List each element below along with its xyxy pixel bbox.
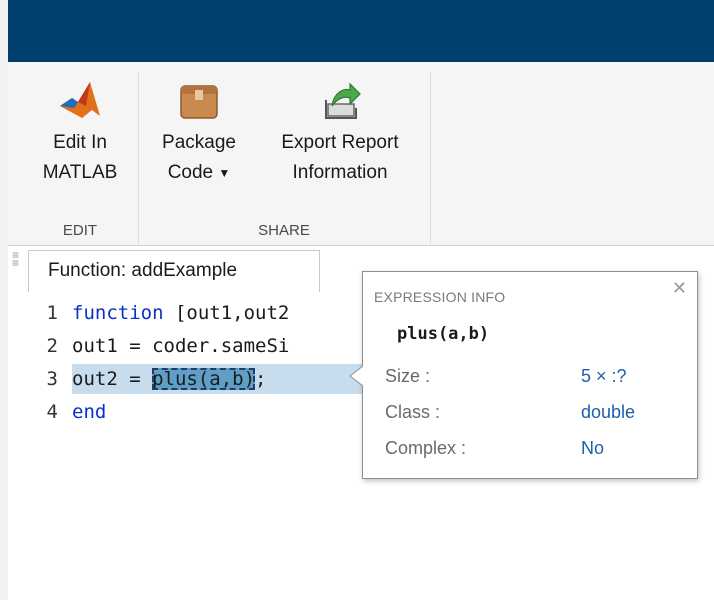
close-icon[interactable]: ✕: [672, 278, 687, 299]
info-row-complex: Complex : No: [385, 438, 685, 468]
expression-info-popup: EXPRESSION INFO ✕ plus(a,b) Size : 5 × :…: [349, 271, 698, 479]
matlab-logo-icon: [60, 82, 100, 118]
code-text: ;: [255, 368, 267, 390]
info-value: No: [581, 438, 605, 458]
info-key: Size :: [385, 366, 431, 386]
export-report-information-button[interactable]: Export Report Information: [262, 76, 418, 188]
info-value: double: [581, 402, 636, 422]
tab-label: Function: addExample: [48, 260, 238, 281]
info-row-size: Size : 5 × :?: [385, 366, 685, 396]
chevron-down-icon: ▼: [218, 166, 231, 180]
package-code-label-line2: Code ▼: [150, 158, 248, 188]
group-separator: [138, 72, 139, 244]
package-code-label-line1: Package: [162, 132, 236, 153]
keyword: function: [72, 302, 164, 324]
edit-in-matlab-button[interactable]: Edit In MATLAB: [34, 76, 126, 188]
keyword: end: [72, 401, 107, 423]
export-report-label-line1: Export Report: [281, 132, 399, 153]
line-text: out2 = plus(a,b);: [72, 364, 266, 394]
expression-info-header: EXPRESSION INFO: [374, 289, 506, 305]
export-report-label-line2: Information: [292, 162, 388, 183]
title-bar: [8, 0, 714, 62]
popup-pointer: [349, 366, 363, 386]
code-text: out2 =: [72, 368, 153, 390]
info-key: Class :: [385, 402, 441, 422]
line-number: 1: [46, 302, 58, 324]
code-text: [out1,out2: [163, 302, 290, 324]
expression-text: plus(a,b): [397, 324, 490, 344]
tab-function-addexample[interactable]: Function: addExample: [28, 250, 320, 292]
info-row-class: Class : double: [385, 402, 685, 432]
group-separator: [430, 72, 431, 244]
line-number: 4: [46, 401, 58, 423]
edit-in-matlab-label-line1: Edit In: [53, 132, 107, 153]
package-code-button[interactable]: Package Code ▼: [150, 76, 248, 188]
info-value: 5 × :?: [581, 366, 627, 386]
toolstrip-ribbon: Edit In MATLAB EDIT Package Code ▼ Expor…: [8, 62, 714, 246]
export-report-icon: [325, 82, 361, 119]
edit-in-matlab-label-line2: MATLAB: [42, 162, 118, 183]
line-number: 2: [46, 335, 58, 357]
info-key: Complex :: [385, 438, 467, 458]
package-box-icon: [180, 85, 218, 119]
edit-group-label: EDIT: [62, 222, 98, 239]
share-group-label: SHARE: [258, 222, 310, 239]
line-number: 3: [46, 368, 58, 390]
code-text: out1 = coder.sameSi: [72, 335, 290, 357]
package-code-label-text: Code: [167, 162, 214, 184]
line-text: function [out1,out2: [72, 298, 289, 328]
selected-expression[interactable]: plus(a,b): [152, 368, 256, 390]
panel-grip-icon[interactable]: ≡ ≡: [12, 249, 19, 269]
